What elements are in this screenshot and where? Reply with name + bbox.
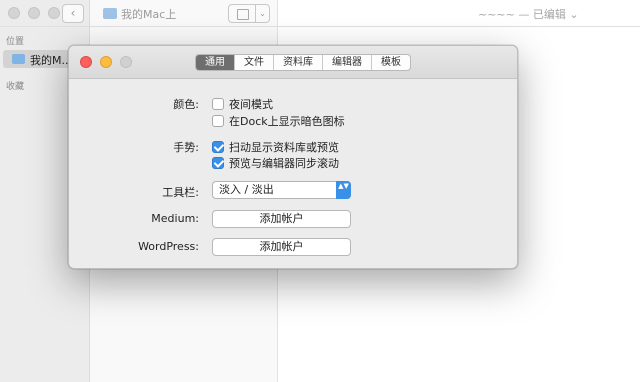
tab-library[interactable]: 资料库 <box>273 55 322 70</box>
dark-mode-label: 夜间模式 <box>229 98 273 111</box>
sync-scroll-label: 预览与编辑器同步滚动 <box>229 157 339 170</box>
background-close-button[interactable] <box>8 7 20 19</box>
preferences-window: 通用 文件 资料库 编辑器 模板 颜色: 夜间模式 在Dock上显示暗色图标 手… <box>68 45 518 269</box>
tab-templates[interactable]: 模板 <box>371 55 410 70</box>
minimize-button[interactable] <box>100 56 112 68</box>
toolbar-select-value: 淡入 / 淡出 <box>219 183 274 196</box>
select-stepper-icon: ▲▼ <box>336 181 351 199</box>
folder-title: 我的Mac上 <box>121 8 177 21</box>
tab-general[interactable]: 通用 <box>196 55 234 70</box>
layout-chevron-button[interactable]: ⌄ <box>256 4 270 23</box>
document-title: ~~~~ — 已编辑 ⌄ <box>478 8 579 21</box>
tab-editor[interactable]: 编辑器 <box>322 55 371 70</box>
dark-dock-icon-label: 在Dock上显示暗色图标 <box>229 115 345 128</box>
dark-dock-icon-checkbox[interactable]: 在Dock上显示暗色图标 <box>212 113 345 129</box>
background-minimize-button[interactable] <box>28 7 40 19</box>
back-button[interactable]: ‹ <box>62 4 84 23</box>
close-button[interactable] <box>80 56 92 68</box>
folder-icon <box>12 54 25 64</box>
sidebar-section-favorites: 收藏 <box>6 82 25 92</box>
checkbox-icon <box>212 98 224 110</box>
checkbox-checked-icon <box>212 157 224 169</box>
gestures-label: 手势: <box>173 141 199 154</box>
wordpress-add-account-button[interactable]: 添加帐户 <box>212 238 351 256</box>
checkbox-icon <box>212 115 224 127</box>
medium-label: Medium: <box>151 212 199 225</box>
sidebar-section-location: 位置 <box>6 37 25 47</box>
dark-mode-checkbox[interactable]: 夜间模式 <box>212 96 273 112</box>
zoom-button[interactable] <box>120 56 132 68</box>
tab-files[interactable]: 文件 <box>234 55 273 70</box>
wordpress-label: WordPress: <box>138 240 199 253</box>
toolbar-select[interactable]: 淡入 / 淡出 ▲▼ <box>212 181 351 199</box>
checkbox-checked-icon <box>212 141 224 153</box>
background-toolbar-divider <box>0 26 640 27</box>
toolbar-label: 工具栏: <box>162 186 199 199</box>
layout-toggle-button[interactable] <box>228 4 256 23</box>
sync-scroll-checkbox[interactable]: 预览与编辑器同步滚动 <box>212 155 339 171</box>
folder-icon <box>103 8 117 19</box>
sidebar-item-label: 我的M... <box>30 54 72 67</box>
medium-add-account-button[interactable]: 添加帐户 <box>212 210 351 228</box>
preferences-tabs: 通用 文件 资料库 编辑器 模板 <box>195 54 411 71</box>
chevron-down-icon: ⌄ <box>259 9 266 18</box>
background-window-controls <box>8 7 60 19</box>
background-zoom-button[interactable] <box>48 7 60 19</box>
preferences-window-controls <box>80 56 132 68</box>
chevron-left-icon: ‹ <box>70 6 76 20</box>
color-label: 颜色: <box>173 98 199 111</box>
swipe-library-preview-label: 扫动显示资料库或预览 <box>229 141 339 154</box>
swipe-library-preview-checkbox[interactable]: 扫动显示资料库或预览 <box>212 139 339 155</box>
